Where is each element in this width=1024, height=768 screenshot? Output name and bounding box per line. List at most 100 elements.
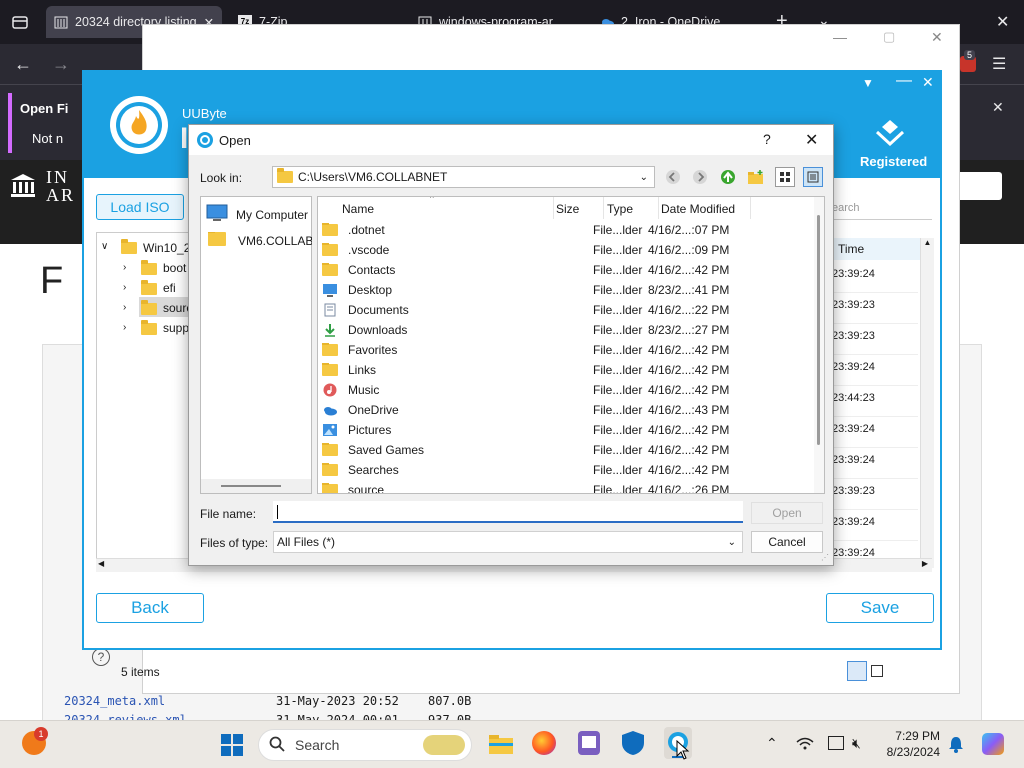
column-date-modified[interactable]: Date Modified [659, 197, 751, 219]
uubyte-close-icon[interactable]: ✕ [922, 74, 934, 91]
menu-icon[interactable]: ☰ [992, 54, 1006, 74]
uubyte-minimize-icon[interactable]: — [896, 72, 912, 90]
column-size[interactable]: Size [554, 197, 604, 219]
back-arrow-icon[interactable]: ← [14, 54, 32, 75]
time-column-header[interactable]: Time [830, 238, 920, 260]
file-row[interactable]: Desktop File...lder 8/23/2...:41 PM [318, 280, 814, 300]
network-icon[interactable] [796, 737, 814, 751]
uubyte-search-input[interactable]: earch [828, 196, 932, 220]
notepad-icon[interactable] [578, 731, 600, 755]
save-button[interactable]: Save [826, 593, 934, 623]
file-row[interactable]: Documents File...lder 4/16/2...:22 PM [318, 300, 814, 320]
taskbar-clock[interactable]: 7:29 PM 8/23/2024 [880, 728, 940, 760]
collapse-arrow-icon[interactable]: › [123, 302, 126, 313]
file-row[interactable]: source File...lder 4/16/2...:26 PM [318, 480, 814, 494]
pictures-icon [322, 423, 338, 437]
file-rows: .dotnet File...lder 4/16/2...:07 PM .vscode… [318, 220, 814, 494]
file-date-cell: 4/16/2...:42 PM [648, 343, 730, 357]
bell-icon[interactable] [948, 735, 964, 753]
listing-file-link[interactable]: 20324_meta.xml [64, 694, 165, 708]
downloads-icon [322, 323, 338, 337]
collapse-arrow-icon[interactable]: › [123, 322, 126, 333]
cancel-button[interactable]: Cancel [751, 531, 823, 553]
look-in-select[interactable]: C:\Users\VM6.COLLABNET ⌄ [272, 166, 655, 188]
file-type-cell: File...lder [593, 483, 643, 494]
folder-icon [141, 280, 157, 298]
file-name-cell: .vscode [318, 243, 537, 257]
uubyte-small-icon [197, 132, 213, 148]
volume-icon[interactable]: 🔇︎ [852, 735, 861, 752]
notif-close-icon[interactable]: ✕ [992, 99, 1004, 116]
file-name-input[interactable] [273, 501, 743, 523]
file-row[interactable]: Downloads File...lder 8/23/2...:27 PM [318, 320, 814, 340]
file-type-cell: File...lder [593, 263, 643, 277]
up-folder-icon[interactable] [718, 167, 738, 187]
list-view-icon[interactable] [775, 167, 795, 187]
file-row[interactable]: Music File...lder 4/16/2...:42 PM [318, 380, 814, 400]
file-row[interactable]: Links File...lder 4/16/2...:42 PM [318, 360, 814, 380]
details-view-icon[interactable] [803, 167, 823, 187]
column-name[interactable]: Name ^ [318, 197, 554, 219]
file-list-scrollbar[interactable] [814, 197, 824, 493]
forward-nav-icon[interactable] [690, 167, 710, 187]
collapse-arrow-icon[interactable]: › [123, 262, 126, 273]
minimize-icon[interactable]: — [833, 29, 847, 45]
file-type-cell: File...lder [593, 323, 643, 337]
open-button[interactable]: Open [751, 502, 823, 524]
file-row[interactable]: .dotnet File...lder 4/16/2...:07 PM [318, 220, 814, 240]
extension-badge: 5 [964, 50, 976, 60]
new-folder-icon[interactable] [746, 167, 766, 187]
file-explorer-icon[interactable] [488, 733, 514, 755]
place-my-computer[interactable]: My Computer [206, 204, 308, 225]
details-view-icon[interactable] [847, 661, 867, 681]
firefox-icon[interactable] [532, 731, 556, 755]
dialog-close-button[interactable]: ✕ [805, 130, 818, 150]
tree-item-support[interactable]: supp [163, 321, 189, 335]
places-scrollbar[interactable] [201, 479, 311, 493]
close-window-icon[interactable]: ✕ [996, 12, 1009, 32]
tab-list-icon[interactable] [10, 12, 30, 32]
forward-arrow-icon[interactable]: → [52, 54, 70, 75]
close-icon[interactable]: ✕ [931, 29, 943, 46]
display-icon[interactable] [828, 736, 844, 750]
file-row[interactable]: Saved Games File...lder 4/16/2...:42 PM [318, 440, 814, 460]
taskbar-search[interactable]: Search [258, 729, 472, 761]
maximize-icon[interactable]: ▢ [883, 29, 895, 45]
back-button[interactable]: Back [96, 593, 204, 623]
uubyte-menu-icon[interactable]: ▼ [862, 76, 874, 90]
open-dialog: Open ? ✕ Look in: C:\Users\VM6.COLLABNET… [188, 124, 834, 566]
file-row[interactable]: .vscode File...lder 4/16/2...:09 PM [318, 240, 814, 260]
file-date-cell: 4/16/2...:42 PM [648, 443, 730, 457]
column-type[interactable]: Type [604, 197, 659, 219]
resize-grip-icon[interactable]: ⋰ [821, 553, 829, 562]
file-row[interactable]: Favorites File...lder 4/16/2...:42 PM [318, 340, 814, 360]
file-type-cell: File...lder [593, 343, 643, 357]
folder-icon [322, 443, 338, 457]
file-row[interactable]: Pictures File...lder 4/16/2...:42 PM [318, 420, 814, 440]
file-name-cell: Saved Games [318, 443, 537, 457]
expand-icon[interactable]: ∨ [101, 241, 108, 252]
chevron-down-icon[interactable]: ⌄ [640, 172, 648, 183]
collapse-arrow-icon[interactable]: › [123, 282, 126, 293]
windows-start-icon[interactable] [220, 733, 244, 757]
help-icon[interactable]: ? [92, 648, 110, 666]
load-iso-button[interactable]: Load ISO [96, 194, 184, 220]
chevron-up-icon[interactable]: ⌃ [766, 735, 778, 752]
file-row[interactable]: OneDrive File...lder 4/16/2...:43 PM [318, 400, 814, 420]
chevron-down-icon[interactable]: ⌄ [728, 537, 736, 548]
copilot-icon[interactable] [982, 733, 1004, 755]
list-scrollbar[interactable]: ▲ [920, 238, 934, 568]
files-of-type-select[interactable]: All Files (*) ⌄ [273, 531, 743, 553]
back-nav-icon[interactable] [663, 167, 683, 187]
place-user-folder[interactable]: VM6.COLLABN [208, 232, 312, 249]
dialog-titlebar: Open ? ✕ [189, 125, 833, 155]
file-row[interactable]: Searches File...lder 4/16/2...:42 PM [318, 460, 814, 480]
tree-item-efi[interactable]: efi [163, 281, 176, 295]
help-button[interactable]: ? [763, 131, 771, 147]
defender-shield-icon[interactable] [620, 730, 646, 756]
clock-date: 8/23/2024 [886, 745, 940, 759]
tree-item-boot[interactable]: boot [163, 261, 186, 275]
file-row[interactable]: Contacts File...lder 4/16/2...:42 PM [318, 260, 814, 280]
archive-logo-icon[interactable] [10, 172, 36, 198]
tiles-view-icon[interactable] [871, 665, 883, 677]
